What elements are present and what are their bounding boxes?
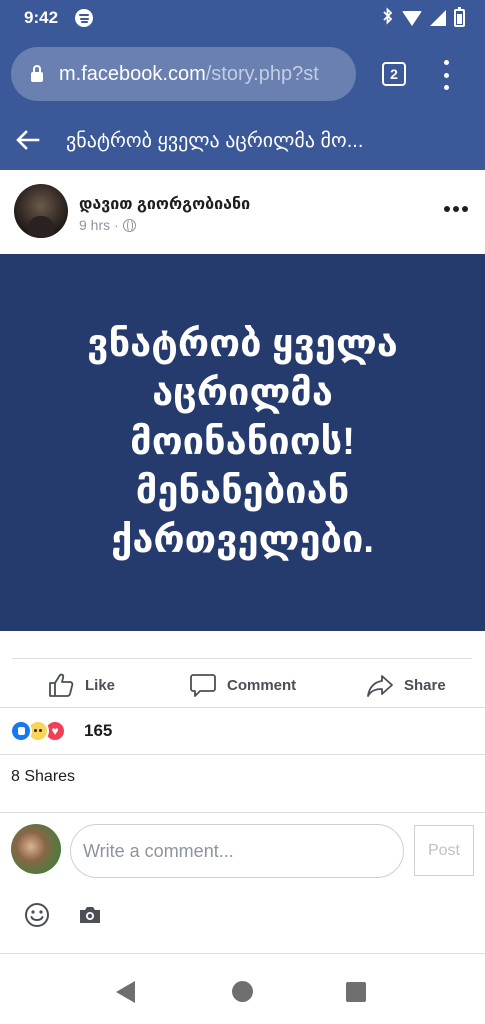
status-text: ვნატრობ ყველა აცრილმა მოინანიოს! მენანებ…	[23, 320, 463, 565]
comment-button[interactable]: Comment	[189, 668, 296, 702]
divider	[0, 953, 485, 954]
signal-icon	[430, 10, 446, 26]
back-arrow-icon[interactable]	[14, 126, 42, 154]
like-label: Like	[85, 676, 116, 694]
tab-switcher-button[interactable]: 2	[382, 62, 406, 86]
battery-icon	[454, 7, 465, 27]
share-label: Share	[404, 676, 446, 694]
like-button[interactable]: Like	[47, 668, 115, 702]
divider	[12, 658, 472, 659]
lock-icon	[31, 65, 43, 82]
status-line: ქართველები.	[111, 519, 374, 561]
wifi-icon	[402, 10, 422, 26]
post-header: დავით გიორგობიანი 9 hrs ·	[0, 170, 485, 254]
reaction-count[interactable]: 165	[84, 721, 112, 741]
divider	[0, 754, 485, 755]
post-meta: 9 hrs ·	[79, 217, 136, 233]
comment-label: Comment	[227, 676, 297, 694]
status-line: მოინანიოს!	[130, 421, 355, 463]
author-avatar[interactable]	[14, 184, 68, 238]
status-icons	[382, 7, 465, 29]
post-options-icon[interactable]	[444, 206, 468, 212]
status-line: აცრილმა	[152, 372, 333, 414]
status-time: 9:42	[24, 8, 59, 27]
bluetooth-icon	[382, 7, 394, 29]
url-bar[interactable]: m.facebook.com/story.php?st	[11, 47, 356, 101]
divider	[0, 812, 485, 813]
browser-menu-icon[interactable]	[438, 60, 454, 90]
meta-separator: ·	[114, 217, 119, 233]
thumbs-up-icon	[49, 673, 74, 697]
comment-input[interactable]	[70, 824, 404, 878]
post-comment-button[interactable]: Post	[414, 825, 474, 876]
globe-icon	[122, 218, 136, 232]
url-host: m.facebook.com	[59, 62, 206, 85]
emoji-icon[interactable]	[24, 902, 50, 928]
current-user-avatar	[11, 824, 61, 874]
nav-back-icon[interactable]	[116, 981, 135, 1003]
share-arrow-icon	[367, 675, 393, 697]
status-bar: 9:42	[0, 0, 485, 38]
divider	[0, 707, 485, 708]
comment-bubble-icon	[190, 674, 216, 697]
spotify-icon	[75, 9, 93, 27]
page-title: ვნატრობ ყველა აცრილმა მო...	[66, 130, 364, 152]
navigation-bar	[0, 960, 485, 1024]
post-time[interactable]: 9 hrs	[79, 217, 110, 233]
url-path: /story.php?st	[205, 62, 319, 85]
status-card: ვნატრობ ყველა აცრილმა მოინანიოს! მენანებ…	[0, 254, 485, 631]
author-name[interactable]: დავით გიორგობიანი	[79, 194, 250, 214]
shares-count[interactable]: 8 Shares	[11, 768, 75, 786]
browser-toolbar: m.facebook.com/story.php?st 2	[0, 38, 485, 110]
status-line: მენანებიან	[135, 470, 350, 512]
nav-home-icon[interactable]	[232, 981, 253, 1002]
status-line: ვნატრობ ყველა	[87, 323, 398, 365]
page-header: ვნატრობ ყველა აცრილმა მო...	[0, 110, 485, 170]
camera-icon[interactable]	[78, 904, 102, 926]
like-reaction-icon	[10, 720, 32, 742]
nav-recents-icon[interactable]	[346, 982, 366, 1002]
share-button[interactable]: Share	[366, 668, 446, 702]
reaction-icons[interactable]	[10, 719, 66, 743]
